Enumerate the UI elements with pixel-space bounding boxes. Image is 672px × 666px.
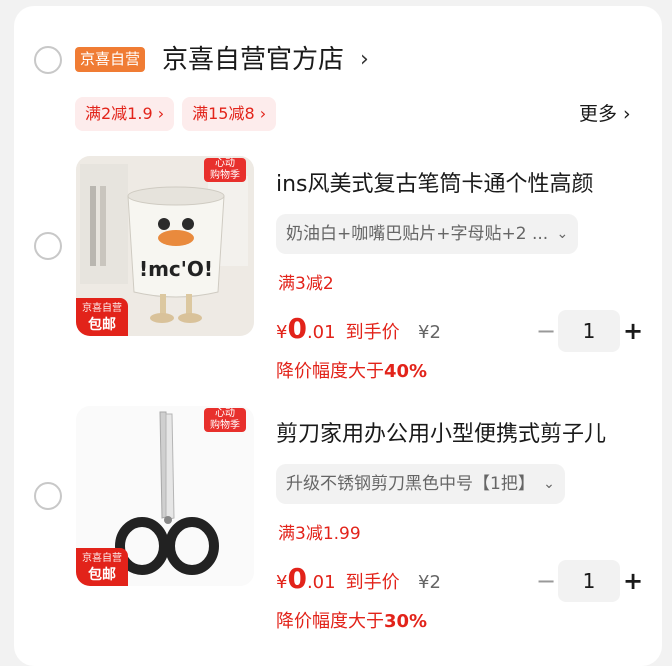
decrease-button[interactable]: − xyxy=(536,560,556,602)
quantity-input[interactable]: 1 xyxy=(558,310,620,352)
drop-value: 30% xyxy=(384,611,428,632)
increase-button[interactable]: + xyxy=(622,560,644,602)
promo-tag-2-label: 满15减8 xyxy=(192,104,255,123)
shop-select-radio[interactable] xyxy=(34,46,62,74)
product-title[interactable]: 剪刀家用办公用小型便携式剪子儿 xyxy=(276,418,646,452)
self-operated-shipping-tag: 京喜自营 包邮 xyxy=(76,548,128,586)
quantity-stepper: − 1 + xyxy=(534,310,644,352)
price-decimal: .01 xyxy=(306,322,336,343)
drop-value: 40% xyxy=(384,361,428,382)
shop-card: 京喜自营 京喜自营官方店 › 满2减1.9 › 满15减8 › 更多 › !mc… xyxy=(14,6,662,666)
price-row: ¥0.01 到手价 xyxy=(276,562,400,600)
price-integer: 0 xyxy=(287,562,307,595)
self-tag-bottom: 包邮 xyxy=(88,317,116,333)
shop-name-link[interactable]: 京喜自营官方店 xyxy=(162,42,344,78)
promo-tag-2[interactable]: 满15减8 › xyxy=(182,97,277,131)
product-image[interactable]: 心动 购物季 京喜自营 包邮 xyxy=(76,406,254,586)
quantity-input[interactable]: 1 xyxy=(558,560,620,602)
decrease-button[interactable]: − xyxy=(536,310,556,352)
price-label: 到手价 xyxy=(345,322,400,343)
item-select-radio[interactable] xyxy=(34,482,62,510)
price-decimal: .01 xyxy=(306,572,336,593)
original-price: ¥2 xyxy=(418,322,441,343)
product-title[interactable]: ins风美式复古笔筒卡通个性高颜 xyxy=(276,168,646,202)
item-select-radio[interactable] xyxy=(34,232,62,260)
self-tag-top: 京喜自营 xyxy=(82,553,122,564)
drop-prefix: 降价幅度大于 xyxy=(276,361,384,382)
promo-tag-1[interactable]: 满2减1.9 › xyxy=(75,97,175,131)
price-drop-note: 降价幅度大于30% xyxy=(276,608,427,636)
price-row: ¥0.01 到手价 xyxy=(276,312,400,350)
discount-label: 满3减1.99 xyxy=(278,524,361,544)
original-price: ¥2 xyxy=(418,572,441,593)
currency-symbol: ¥ xyxy=(276,322,288,343)
drop-prefix: 降价幅度大于 xyxy=(276,611,384,632)
chevron-down-icon: ⌄ xyxy=(556,226,569,242)
cart-item: 心动 购物季 京喜自营 包邮 剪刀家用办公用小型便携式剪子儿 升级不锈钢剪刀黑色… xyxy=(14,404,662,644)
shop-header: 京喜自营 京喜自营官方店 › 满2减1.9 › 满15减8 › 更多 › xyxy=(14,6,662,131)
self-tag-top: 京喜自营 xyxy=(82,303,122,314)
spec-label: 升级不锈钢剪刀黑色中号【1把】 xyxy=(286,474,535,494)
cart-item: !mc'O! 心动 购物季 京喜自营 包邮 ins风美式复古笔筒卡通个性高颜 奶… xyxy=(14,154,662,394)
spec-selector[interactable]: 奶油白+咖嘴巴贴片+字母贴+2 ... ⌄ xyxy=(276,214,579,254)
self-operated-badge: 京喜自营 xyxy=(75,47,146,72)
self-tag-bottom: 包邮 xyxy=(88,567,116,583)
price-label: 到手价 xyxy=(345,572,400,593)
price-integer: 0 xyxy=(287,312,307,345)
chevron-down-icon: ⌄ xyxy=(543,476,555,492)
more-promos-link[interactable]: 更多 › xyxy=(579,98,631,130)
event-tag: 心动 购物季 xyxy=(204,158,246,182)
discount-label: 满3减2 xyxy=(278,274,334,294)
spec-label: 奶油白+咖嘴巴贴片+字母贴+2 ... xyxy=(286,224,549,244)
increase-button[interactable]: + xyxy=(622,310,644,352)
spec-selector[interactable]: 升级不锈钢剪刀黑色中号【1把】 ⌄ xyxy=(276,464,565,504)
product-image[interactable]: !mc'O! 心动 购物季 京喜自营 包邮 xyxy=(76,156,254,336)
currency-symbol: ¥ xyxy=(276,572,288,593)
self-operated-shipping-tag: 京喜自营 包邮 xyxy=(76,298,128,336)
price-drop-note: 降价幅度大于40% xyxy=(276,358,427,386)
quantity-stepper: − 1 + xyxy=(534,560,644,602)
chevron-right-icon[interactable]: › xyxy=(360,42,369,78)
cup-lettering: !mc'O! xyxy=(139,257,213,281)
event-tag: 心动 购物季 xyxy=(204,408,246,432)
promo-tag-1-label: 满2减1.9 xyxy=(85,104,153,123)
promo-row: 满2减1.9 › 满15减8 › xyxy=(75,97,277,131)
